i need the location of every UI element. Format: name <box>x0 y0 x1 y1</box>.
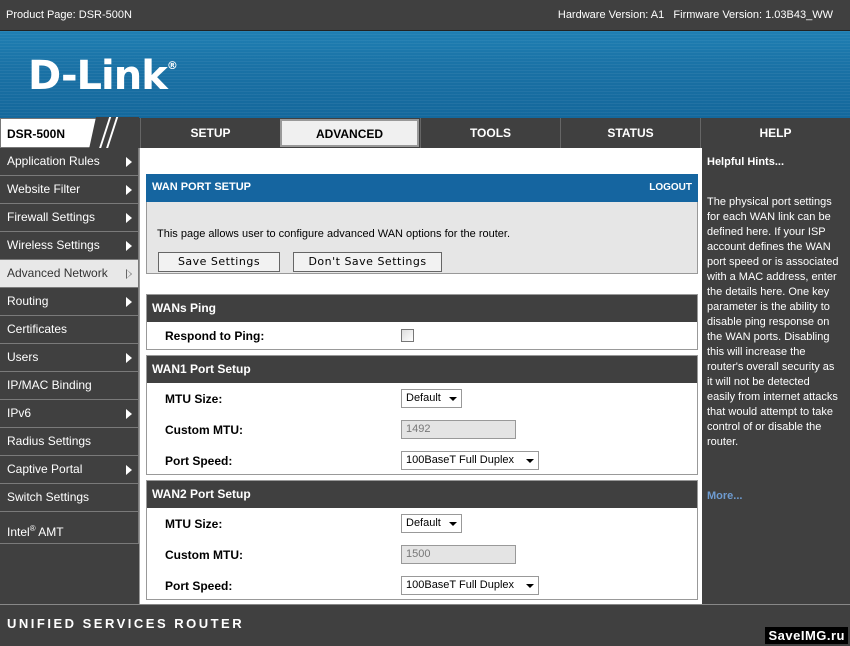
product-page-text: Product Page: DSR-500N <box>6 9 132 21</box>
chevron-right-icon <box>126 409 132 419</box>
section-title: WAN1 Port Setup <box>147 356 697 383</box>
wan1-port-setup-section: WAN1 Port Setup MTU Size: Default Custom… <box>146 355 698 475</box>
sidebar-item-intel-amt[interactable]: Intel® AMT <box>0 512 139 544</box>
sidebar-item-certificates[interactable]: Certificates <box>0 316 139 344</box>
chevron-right-icon <box>126 269 132 279</box>
dropdown-arrow-icon <box>449 397 457 401</box>
wan2-mtu-select[interactable]: Default <box>401 514 462 533</box>
save-settings-button[interactable]: Save Settings <box>158 252 280 272</box>
wan2-port-speed-select[interactable]: 100BaseT Full Duplex <box>401 576 539 595</box>
tab-tools[interactable]: TOOLS <box>420 118 560 148</box>
wan1-mtu-row: MTU Size: Default <box>147 383 697 414</box>
footer: UNIFIED SERVICES ROUTER <box>0 604 850 646</box>
mtu-size-label: MTU Size: <box>165 517 223 531</box>
wan1-mtu-select[interactable]: Default <box>401 389 462 408</box>
port-speed-label: Port Speed: <box>165 579 233 593</box>
sidebar-item-advanced-network[interactable]: Advanced Network <box>0 260 139 288</box>
mtu-size-label: MTU Size: <box>165 392 223 406</box>
respond-ping-checkbox[interactable] <box>401 329 414 342</box>
custom-mtu-label: Custom MTU: <box>165 548 243 562</box>
slashes-decoration <box>89 117 139 149</box>
section-title: WAN2 Port Setup <box>147 481 697 508</box>
sidebar-item-radius-settings[interactable]: Radius Settings <box>0 428 139 456</box>
tab-status[interactable]: STATUS <box>560 118 700 148</box>
respond-ping-label: Respond to Ping: <box>165 329 265 343</box>
sidebar-item-switch-settings[interactable]: Switch Settings <box>0 484 139 512</box>
more-link[interactable]: More... <box>707 490 742 502</box>
main-content: WAN PORT SETUP LOGOUT This page allows u… <box>139 148 702 604</box>
chevron-right-icon <box>126 157 132 167</box>
dlink-logo[interactable]: D-Link® <box>28 53 178 99</box>
chevron-right-icon <box>126 241 132 251</box>
main-nav: DSR-500N SETUP ADVANCED TOOLS STATUS HEL… <box>0 117 850 149</box>
chevron-right-icon <box>126 185 132 195</box>
wan1-port-speed-select[interactable]: 100BaseT Full Duplex <box>401 451 539 470</box>
chevron-right-icon <box>126 213 132 223</box>
page-title: WAN PORT SETUP <box>152 181 252 193</box>
wan2-port-setup-section: WAN2 Port Setup MTU Size: Default Custom… <box>146 480 698 600</box>
chevron-right-icon <box>126 465 132 475</box>
page-description: This page allows user to configure advan… <box>157 228 511 240</box>
wan2-custom-mtu-row: Custom MTU: 1500 <box>147 539 697 570</box>
wan1-port-speed-row: Port Speed: 100BaseT Full Duplex <box>147 445 697 476</box>
wan-port-setup-panel: WAN PORT SETUP LOGOUT This page allows u… <box>146 174 698 274</box>
sidebar: Application Rules Website Filter Firewal… <box>0 148 139 604</box>
panel-body: This page allows user to configure advan… <box>146 202 698 274</box>
hints-title: Helpful Hints... <box>707 156 784 168</box>
header-banner: D-Link® <box>0 31 850 118</box>
port-speed-label: Port Speed: <box>165 454 233 468</box>
panel-header: WAN PORT SETUP LOGOUT <box>146 174 698 202</box>
dropdown-arrow-icon <box>526 459 534 463</box>
sidebar-item-users[interactable]: Users <box>0 344 139 372</box>
model-name: DSR-500N <box>7 127 66 141</box>
logout-link[interactable]: LOGOUT <box>649 182 692 193</box>
top-info-bar: Product Page: DSR-500N Hardware Version:… <box>0 0 850 31</box>
wan1-custom-mtu-row: Custom MTU: 1492 <box>147 414 697 445</box>
sidebar-item-website-filter[interactable]: Website Filter <box>0 176 139 204</box>
tab-help[interactable]: HELP <box>700 118 850 148</box>
wan2-mtu-row: MTU Size: Default <box>147 508 697 539</box>
wan2-custom-mtu-input[interactable]: 1500 <box>401 545 516 564</box>
respond-ping-row: Respond to Ping: <box>147 322 697 350</box>
version-text: Hardware Version: A1 Firmware Version: 1… <box>557 9 833 21</box>
sidebar-item-application-rules[interactable]: Application Rules <box>0 148 139 176</box>
tab-setup[interactable]: SETUP <box>140 118 280 148</box>
dont-save-settings-button[interactable]: Don't Save Settings <box>293 252 442 272</box>
dropdown-arrow-icon <box>449 522 457 526</box>
footer-text: UNIFIED SERVICES ROUTER <box>7 616 245 631</box>
custom-mtu-label: Custom MTU: <box>165 423 243 437</box>
tab-advanced[interactable]: ADVANCED <box>280 119 419 147</box>
model-badge: DSR-500N <box>0 117 139 149</box>
sidebar-item-captive-portal[interactable]: Captive Portal <box>0 456 139 484</box>
hints-body: The physical port settings for each WAN … <box>707 196 839 448</box>
wan2-port-speed-row: Port Speed: 100BaseT Full Duplex <box>147 570 697 601</box>
sidebar-item-routing[interactable]: Routing <box>0 288 139 316</box>
section-title: WANs Ping <box>147 295 697 322</box>
sidebar-item-firewall-settings[interactable]: Firewall Settings <box>0 204 139 232</box>
sidebar-item-wireless-settings[interactable]: Wireless Settings <box>0 232 139 260</box>
helpful-hints-panel: Helpful Hints... The physical port setti… <box>702 148 850 604</box>
chevron-right-icon <box>126 353 132 363</box>
dropdown-arrow-icon <box>526 584 534 588</box>
wan1-custom-mtu-input[interactable]: 1492 <box>401 420 516 439</box>
wans-ping-section: WANs Ping Respond to Ping: <box>146 294 698 350</box>
sidebar-item-ipv6[interactable]: IPv6 <box>0 400 139 428</box>
sidebar-item-ip-mac-binding[interactable]: IP/MAC Binding <box>0 372 139 400</box>
chevron-right-icon <box>126 297 132 307</box>
watermark: SaveIMG.ru <box>765 627 848 644</box>
